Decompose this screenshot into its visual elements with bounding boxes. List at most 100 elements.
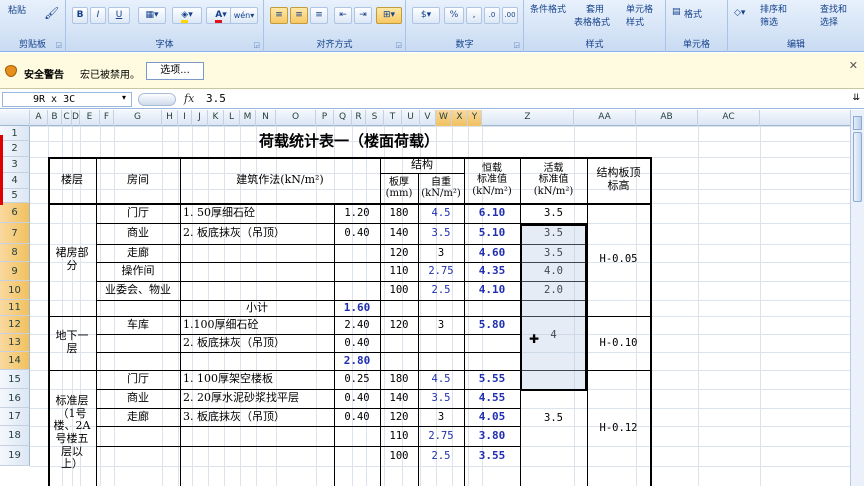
row-header[interactable]: 12 bbox=[0, 316, 30, 334]
slab-thickness[interactable]: 110 bbox=[380, 426, 418, 446]
comma-button[interactable]: , bbox=[466, 7, 482, 24]
room-name[interactable]: 业委会、物业 bbox=[96, 281, 180, 300]
slab-thickness[interactable]: 120 bbox=[380, 408, 418, 426]
font-launcher-icon[interactable]: ◲ bbox=[253, 41, 260, 49]
self-weight[interactable]: 2.5 bbox=[418, 446, 464, 466]
fx-icon[interactable]: fx bbox=[184, 92, 194, 105]
room-name[interactable]: 走廊 bbox=[96, 408, 180, 426]
dead-load[interactable]: 3.80 bbox=[464, 426, 520, 446]
cell-style-button[interactable]: 单元格 bbox=[626, 2, 653, 15]
row-header[interactable]: 18 bbox=[0, 426, 30, 446]
live-load[interactable]: 3.5 bbox=[520, 203, 587, 223]
borders-button[interactable]: ▦▾ bbox=[138, 7, 166, 24]
formula-input[interactable]: 3.5 bbox=[206, 92, 226, 105]
underline-button[interactable]: U bbox=[108, 7, 130, 24]
method-load[interactable]: 0.40 bbox=[334, 223, 380, 244]
expand-formula-icon[interactable]: ⇊ bbox=[852, 93, 860, 103]
header-dead-load[interactable]: 恒载 标准值 (kN/m²) bbox=[464, 157, 520, 203]
number-launcher-icon[interactable]: ◲ bbox=[513, 41, 520, 49]
header-method[interactable]: 建筑作法(kN/m²) bbox=[180, 157, 380, 203]
dead-load[interactable]: 4.35 bbox=[464, 262, 520, 281]
row-header[interactable]: 2 bbox=[0, 141, 30, 157]
column-header[interactable]: P bbox=[316, 110, 334, 126]
decrease-decimal-button[interactable]: .00 bbox=[502, 7, 518, 24]
row-header[interactable]: 14 bbox=[0, 352, 30, 370]
align-center-button[interactable]: ≡ bbox=[290, 7, 308, 24]
self-weight[interactable]: 3.5 bbox=[418, 389, 464, 408]
dead-load[interactable]: 5.55 bbox=[464, 370, 520, 389]
row-header[interactable]: 16 bbox=[0, 389, 30, 408]
close-icon[interactable]: ✕ bbox=[849, 59, 858, 72]
dead-load[interactable]: 6.10 bbox=[464, 203, 520, 223]
slab-thickness[interactable]: 110 bbox=[380, 262, 418, 281]
method-text[interactable]: 2. 板底抹灰（吊顶） bbox=[180, 334, 334, 352]
select-all-corner[interactable] bbox=[0, 110, 30, 126]
row-header[interactable]: 8 bbox=[0, 244, 30, 262]
column-header[interactable]: S bbox=[366, 110, 384, 126]
column-header[interactable]: AB bbox=[636, 110, 698, 126]
name-box[interactable]: 9R x 3C bbox=[2, 92, 132, 107]
currency-button[interactable]: $▾ bbox=[412, 7, 440, 24]
table-title[interactable]: 荷载统计表一（楼面荷载） bbox=[48, 126, 650, 157]
column-header[interactable]: B bbox=[48, 110, 62, 126]
room-name[interactable]: 商业 bbox=[96, 389, 180, 408]
method-load[interactable]: 0.40 bbox=[334, 389, 380, 408]
format-button[interactable]: 格式 bbox=[684, 7, 702, 20]
worksheet[interactable]: A B C D E F G H I J K L M N O P Q R S T U V W X Y Z AA AB AC 1234567… bbox=[0, 110, 850, 486]
formula-toggle-icon[interactable] bbox=[138, 93, 176, 106]
table-format-button[interactable]: 表格格式 bbox=[574, 15, 610, 28]
method-text[interactable]: 2. 20厚水泥砂浆找平层 bbox=[180, 389, 334, 408]
row-header[interactable]: 1 bbox=[0, 126, 30, 141]
row-header[interactable]: 5 bbox=[0, 189, 30, 203]
column-header[interactable]: C bbox=[62, 110, 72, 126]
room-name[interactable]: 门厅 bbox=[96, 370, 180, 389]
cell-style-button-2[interactable]: 样式 bbox=[626, 15, 644, 28]
column-header[interactable]: AA bbox=[574, 110, 636, 126]
dead-load[interactable]: 4.10 bbox=[464, 281, 520, 300]
scroll-thumb[interactable] bbox=[853, 132, 862, 202]
header-room[interactable]: 房间 bbox=[96, 157, 180, 203]
apply-format-button[interactable]: 套用 bbox=[586, 2, 604, 15]
row-header[interactable]: 13 bbox=[0, 334, 30, 352]
increase-decimal-button[interactable]: .0 bbox=[484, 7, 500, 24]
self-weight[interactable]: 4.5 bbox=[418, 370, 464, 389]
room-name[interactable]: 门厅 bbox=[96, 203, 180, 223]
paste-button[interactable]: 粘贴 bbox=[8, 3, 26, 16]
self-weight[interactable]: 3 bbox=[418, 408, 464, 426]
self-weight[interactable]: 4.5 bbox=[418, 203, 464, 223]
elevation-basement[interactable]: H-0.10 bbox=[587, 316, 650, 370]
clear-icon[interactable]: ◇▾ bbox=[734, 8, 745, 18]
security-options-button[interactable]: 选项... bbox=[146, 62, 204, 80]
sort-filter-button-2[interactable]: 筛选 bbox=[760, 15, 778, 28]
scroll-up-icon[interactable] bbox=[853, 116, 862, 130]
basement-total[interactable]: 2.80 bbox=[334, 352, 380, 370]
column-header[interactable]: L bbox=[224, 110, 240, 126]
column-header[interactable]: T bbox=[384, 110, 402, 126]
method-text[interactable]: 1.100厚细石砼 bbox=[180, 316, 334, 334]
method-load[interactable]: 0.25 bbox=[334, 370, 380, 389]
floor-standard[interactable]: 标准层 （1号 楼、2A 号楼五 层以 上） bbox=[48, 370, 96, 486]
column-header[interactable]: O bbox=[276, 110, 316, 126]
header-live-load[interactable]: 活载 标准值 (kN/m²) bbox=[520, 157, 587, 203]
self-weight[interactable]: 2.75 bbox=[418, 426, 464, 446]
floor-podium[interactable]: 裙房部分 bbox=[48, 203, 96, 316]
room-name[interactable]: 商业 bbox=[96, 223, 180, 244]
slab-thickness[interactable]: 100 bbox=[380, 446, 418, 466]
dead-load[interactable]: 4.05 bbox=[464, 408, 520, 426]
row-header[interactable]: 3 bbox=[0, 157, 30, 173]
slab-thickness[interactable]: 120 bbox=[380, 316, 418, 334]
find-select-button-2[interactable]: 选择 bbox=[820, 15, 838, 28]
subtotal-value[interactable]: 1.60 bbox=[334, 300, 380, 316]
dead-load[interactable]: 3.55 bbox=[464, 446, 520, 466]
column-header[interactable]: AC bbox=[698, 110, 760, 126]
row-header[interactable]: 9 bbox=[0, 262, 30, 281]
floor-basement[interactable]: 地下一层 bbox=[48, 316, 96, 370]
column-header[interactable]: N bbox=[256, 110, 276, 126]
align-right-button[interactable]: ≡ bbox=[310, 7, 328, 24]
chevron-down-icon[interactable]: ▾ bbox=[122, 93, 126, 102]
dead-load[interactable]: 5.80 bbox=[464, 316, 520, 334]
method-text[interactable]: 3. 板底抹灰（吊顶） bbox=[180, 408, 334, 426]
self-weight[interactable]: 2.5 bbox=[418, 281, 464, 300]
method-load[interactable]: 0.40 bbox=[334, 334, 380, 352]
clipboard-launcher-icon[interactable]: ◲ bbox=[55, 41, 62, 49]
